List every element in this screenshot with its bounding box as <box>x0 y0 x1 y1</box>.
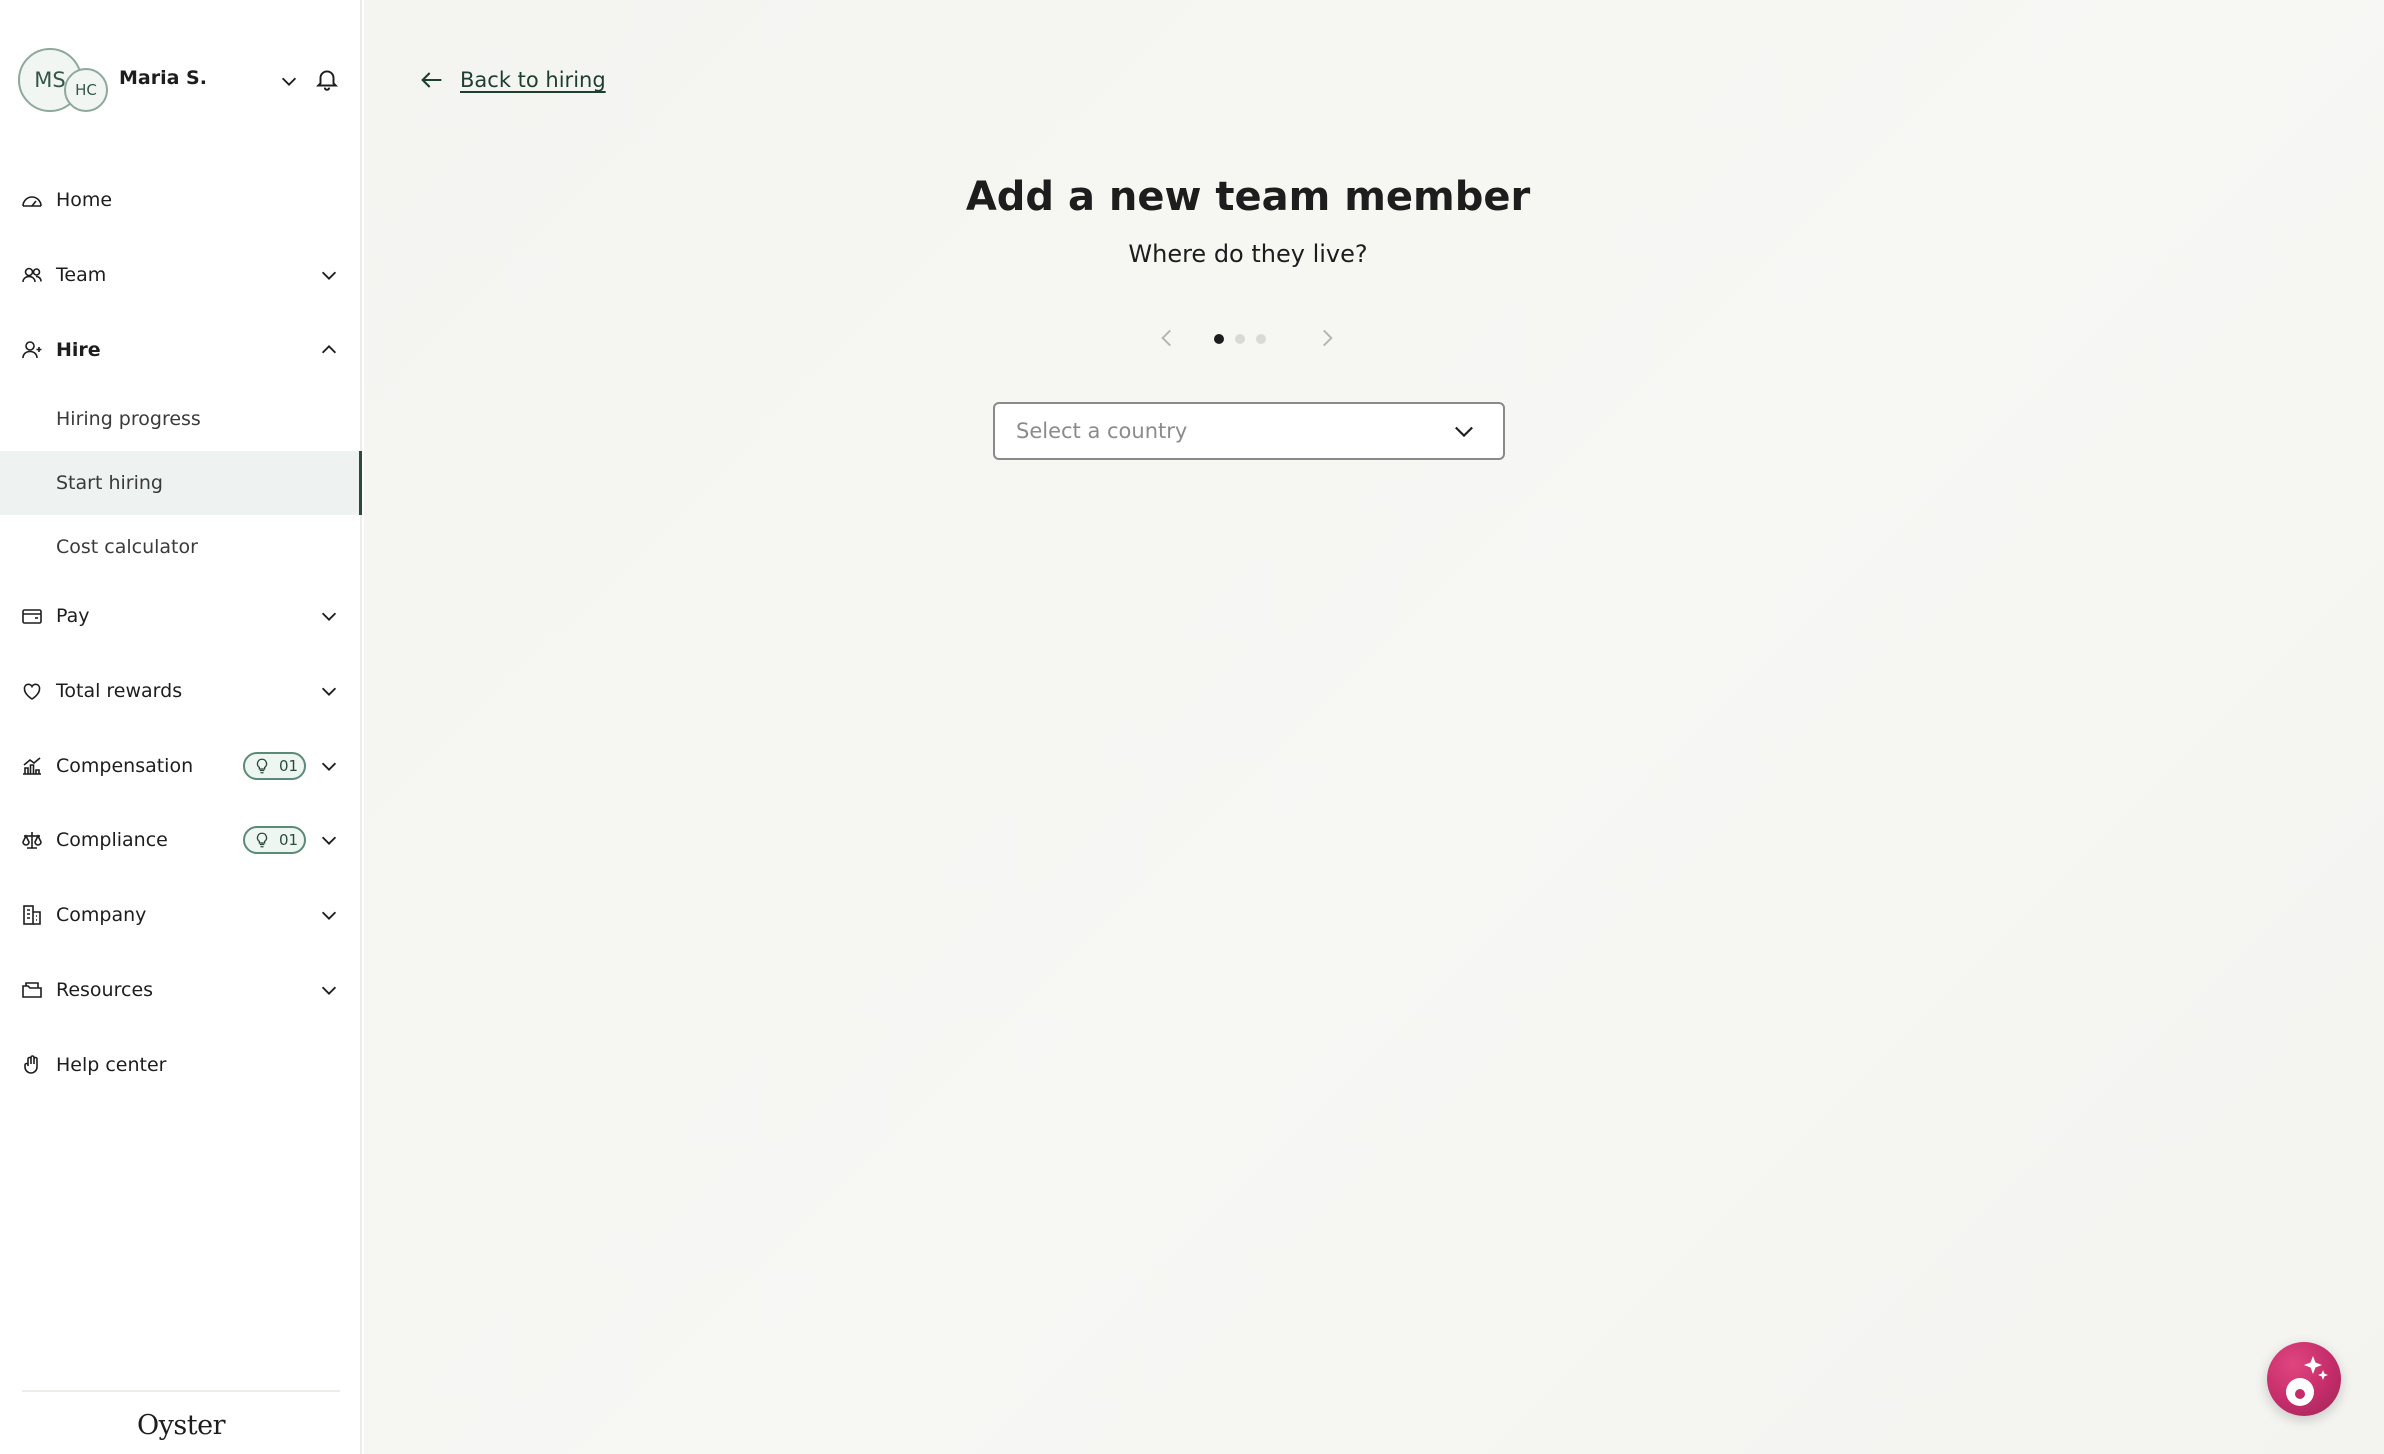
building-icon <box>23 905 41 925</box>
lightbulb-icon <box>256 833 268 848</box>
sidebar-item-label: Company <box>56 904 147 927</box>
chevron-down-icon <box>321 837 337 846</box>
chevron-down-icon <box>321 687 337 697</box>
chevron-down-icon <box>321 271 337 280</box>
sidebar-item-label: Compensation <box>56 754 194 777</box>
chevron-down-icon[interactable] <box>278 70 300 92</box>
country-select-placeholder: Select a country <box>1016 419 1188 443</box>
step-indicator <box>1154 322 1344 354</box>
badge-count: 01 <box>279 831 299 850</box>
sidebar-footer: Oyster <box>22 1390 340 1441</box>
sidebar-item-team[interactable]: Team <box>0 238 362 313</box>
sidebar-item-total-rewards[interactable]: Total rewards <box>0 654 362 729</box>
sidebar-item-label: Help center <box>56 1053 167 1076</box>
insights-badge: 01 <box>243 826 306 855</box>
sidebar-item-label: Total rewards <box>56 680 183 703</box>
add-person-icon <box>22 340 42 358</box>
sidebar-item-help-center[interactable]: Help center <box>0 1027 362 1102</box>
sidebar-item-label: Resources <box>56 978 154 1001</box>
home-icon <box>22 196 42 208</box>
sidebar-item-compensation[interactable]: Compensation 01 <box>0 728 362 803</box>
sidebar-item-label: Team <box>56 264 107 287</box>
chevron-up-icon <box>321 344 337 354</box>
folder-icon <box>22 982 42 998</box>
user-switcher[interactable]: MS HC Maria S. <box>18 46 348 114</box>
arrow-left-icon <box>421 72 442 88</box>
chevron-down-icon <box>1455 426 1473 438</box>
sidebar-item-start-hiring[interactable]: Start hiring <box>0 451 362 516</box>
main-content: Back to hiring Add a new team member Whe… <box>364 0 2384 1454</box>
team-icon <box>22 267 42 283</box>
chevron-down-icon <box>321 911 337 921</box>
chevron-down-icon <box>321 986 337 995</box>
hand-icon <box>24 1054 38 1074</box>
sidebar-item-resources[interactable]: Resources <box>0 953 362 1028</box>
bell-icon[interactable] <box>314 66 340 92</box>
heart-icon <box>23 683 41 701</box>
sidebar-item-compliance[interactable]: Compliance 01 <box>0 803 362 878</box>
ai-assistant-button[interactable] <box>2267 1342 2341 1416</box>
sidebar-item-hire[interactable]: Hire <box>0 312 362 387</box>
sidebar-item-label: Cost calculator <box>56 536 198 559</box>
sidebar-nav: Home Team Hire Hiring progress Start hir… <box>0 163 362 1102</box>
sidebar-item-label: Start hiring <box>56 472 163 495</box>
country-select[interactable]: Select a country <box>993 402 1505 460</box>
badge-count: 01 <box>279 756 299 775</box>
back-link-label: Back to hiring <box>460 68 606 92</box>
sidebar-item-hiring-progress[interactable]: Hiring progress <box>0 387 362 451</box>
scale-icon <box>22 832 42 850</box>
chevron-down-icon <box>321 762 337 771</box>
sidebar-item-label: Compliance <box>56 829 168 852</box>
company-avatar: HC <box>64 68 108 112</box>
back-to-hiring-link[interactable]: Back to hiring <box>418 66 606 94</box>
app: MS HC Maria S. Home Team Hire Hiring pro… <box>0 0 2384 1454</box>
sidebar-item-cost-calculator[interactable]: Cost calculator <box>0 515 362 579</box>
user-name: Maria S. <box>119 67 207 89</box>
insights-badge: 01 <box>243 751 306 780</box>
sidebar-item-label: Pay <box>56 605 90 628</box>
sidebar-item-label: Home <box>56 189 113 212</box>
chevron-down-icon <box>321 613 337 622</box>
sidebar: MS HC Maria S. Home Team Hire Hiring pro… <box>0 0 362 1454</box>
step-dot-3 <box>1256 334 1266 344</box>
chevron-left-icon[interactable] <box>1154 325 1180 351</box>
chevron-right-icon[interactable] <box>1314 325 1340 351</box>
oyster-logo[interactable]: Oyster <box>22 1410 340 1441</box>
sidebar-item-home[interactable]: Home <box>0 163 362 238</box>
sparkle-assistant-icon <box>2286 1356 2328 1406</box>
sidebar-item-company[interactable]: Company <box>0 878 362 953</box>
page-title: Add a new team member <box>965 174 1531 220</box>
step-dot-2 <box>1235 334 1245 344</box>
page-subtitle: Where do they live? <box>1128 240 1368 268</box>
wallet-icon <box>22 609 42 625</box>
sidebar-item-label: Hiring progress <box>56 408 201 431</box>
sidebar-item-pay[interactable]: Pay <box>0 579 362 654</box>
chart-icon <box>23 757 41 775</box>
lightbulb-icon <box>256 758 268 774</box>
sidebar-item-label: Hire <box>56 338 101 361</box>
step-dot-1 <box>1214 334 1224 344</box>
